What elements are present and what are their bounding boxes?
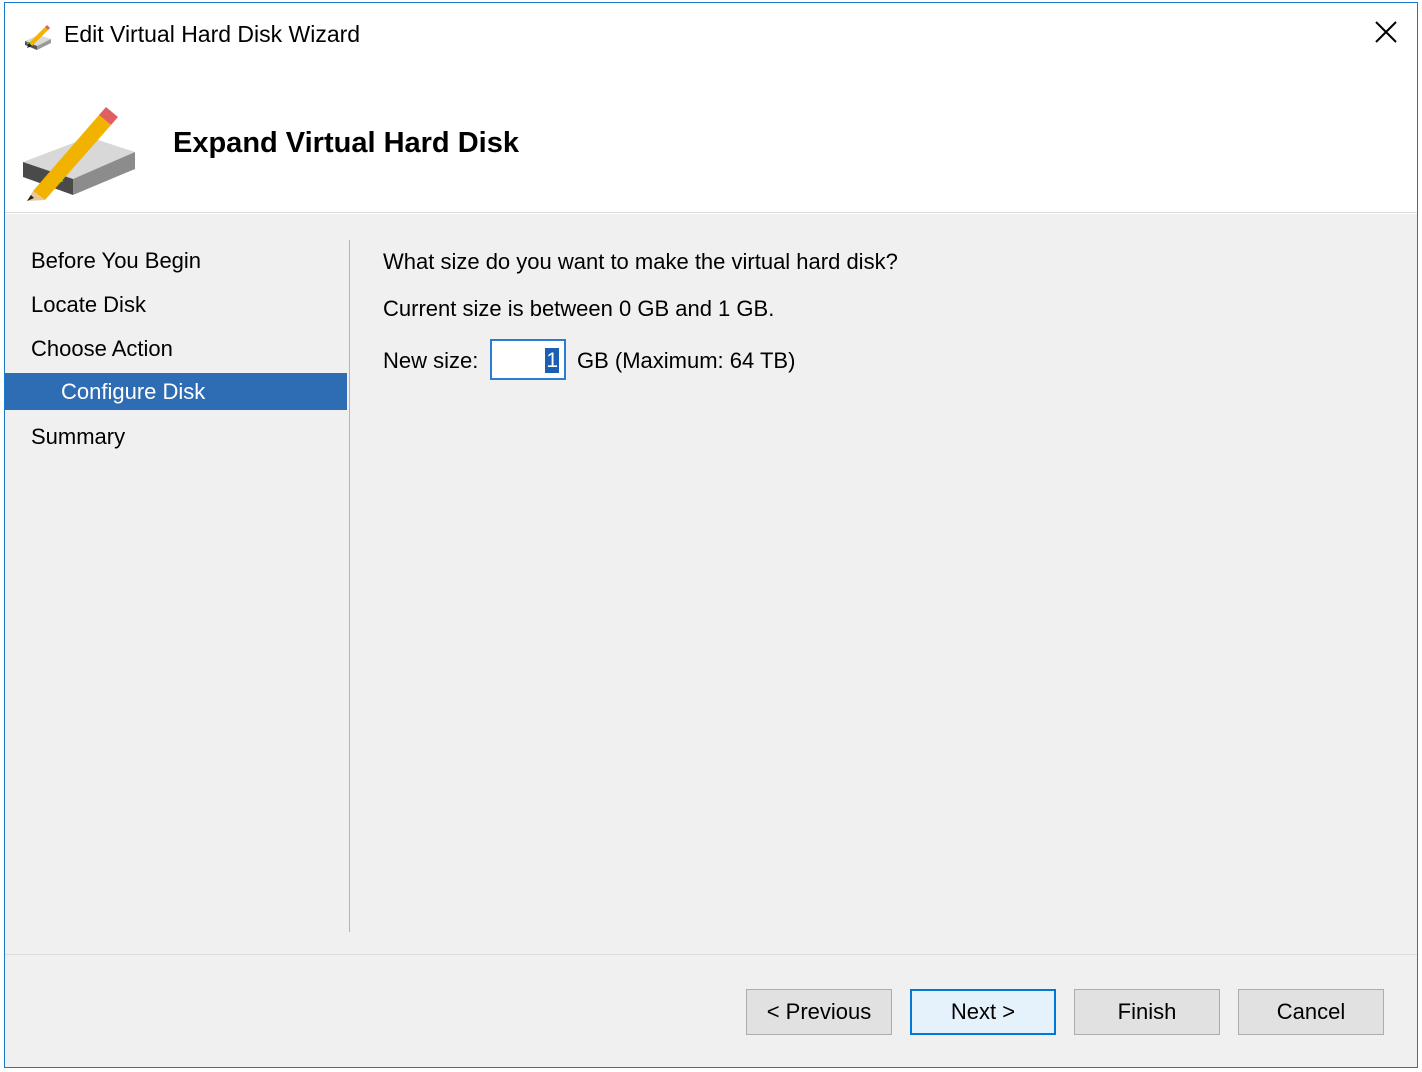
previous-button[interactable]: < Previous [746, 989, 892, 1035]
step-configure-disk[interactable]: Configure Disk [5, 373, 347, 410]
close-icon [1375, 21, 1397, 43]
step-choose-action[interactable]: Choose Action [5, 330, 347, 367]
window-title: Edit Virtual Hard Disk Wizard [64, 21, 361, 47]
configure-disk-panel: What size do you want to make the virtua… [383, 214, 1417, 954]
new-size-input[interactable]: 1 [490, 339, 566, 380]
size-question: What size do you want to make the virtua… [383, 249, 898, 274]
wizard-body: Before You Begin Locate Disk Choose Acti… [5, 214, 1417, 954]
pencil-disk-icon [19, 107, 139, 202]
wizard-header: Expand Virtual Hard Disk [5, 65, 1417, 213]
cancel-button[interactable]: Cancel [1238, 989, 1384, 1035]
title-bar: Edit Virtual Hard Disk Wizard [5, 3, 1417, 65]
next-button[interactable]: Next > [910, 989, 1056, 1035]
wizard-window: Edit Virtual Hard Disk Wizard Expand Vir… [4, 2, 1418, 1068]
new-size-value: 1 [545, 348, 559, 373]
finish-button[interactable]: Finish [1074, 989, 1220, 1035]
size-unit-text: GB (Maximum: 64 TB) [577, 348, 796, 373]
pencil-disk-icon [23, 21, 53, 51]
page-title: Expand Virtual Hard Disk [173, 127, 519, 159]
close-button[interactable] [1355, 3, 1417, 61]
step-before-you-begin[interactable]: Before You Begin [5, 242, 347, 279]
wizard-footer: < Previous Next > Finish Cancel [5, 954, 1417, 1067]
step-summary[interactable]: Summary [5, 418, 347, 455]
new-size-label: New size: [383, 348, 479, 373]
step-locate-disk[interactable]: Locate Disk [5, 286, 347, 323]
current-size-range: Current size is between 0 GB and 1 GB. [383, 296, 775, 321]
wizard-steps: Before You Begin Locate Disk Choose Acti… [5, 240, 347, 934]
nav-divider [349, 240, 350, 932]
